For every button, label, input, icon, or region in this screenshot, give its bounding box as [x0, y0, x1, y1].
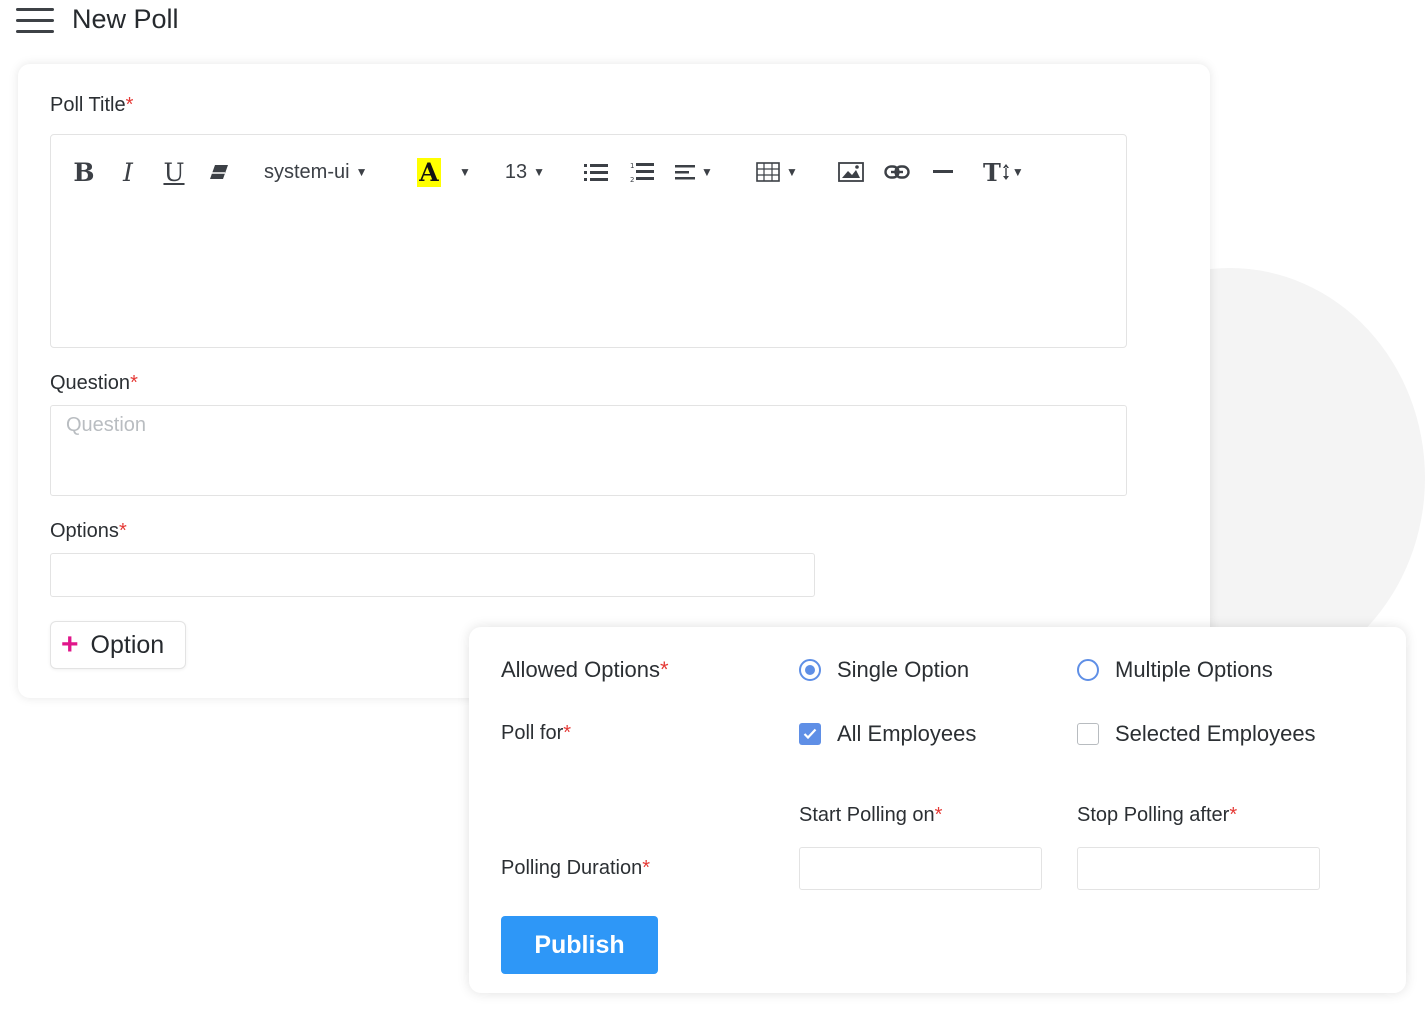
bullet-list-icon[interactable]: [583, 155, 609, 189]
checkbox-checked-icon: [799, 723, 821, 745]
stop-polling-label: Stop Polling after*: [1077, 804, 1238, 826]
font-size-select[interactable]: 13 ▼: [503, 155, 547, 189]
multiple-options-radio[interactable]: Multiple Options: [1077, 657, 1273, 683]
question-textarea[interactable]: Question: [50, 405, 1127, 496]
allowed-options-label: Allowed Options*: [501, 657, 669, 682]
hamburger-menu-icon[interactable]: [16, 8, 54, 34]
question-label: Question*: [50, 372, 138, 394]
underline-icon[interactable]: U: [161, 155, 187, 189]
svg-text:2: 2: [630, 176, 634, 183]
selected-employees-checkbox[interactable]: Selected Employees: [1077, 721, 1316, 747]
start-polling-input[interactable]: [799, 847, 1042, 890]
eraser-icon[interactable]: [207, 155, 231, 189]
page-title: New Poll: [72, 4, 179, 34]
editor-toolbar: B I U system-ui ▼ A ▼ 13 ▼ 12 ▼ ▼ T ▼: [51, 135, 1126, 205]
editor-content-area[interactable]: [51, 205, 1126, 347]
stop-polling-input[interactable]: [1077, 847, 1320, 890]
align-icon[interactable]: ▼: [675, 155, 717, 189]
numbered-list-icon[interactable]: 12: [629, 155, 655, 189]
single-option-radio[interactable]: Single Option: [799, 657, 969, 683]
rich-text-editor: B I U system-ui ▼ A ▼ 13 ▼ 12 ▼ ▼ T ▼: [50, 134, 1127, 348]
add-option-button[interactable]: + Option: [50, 621, 186, 669]
option-input[interactable]: [50, 553, 815, 597]
polling-duration-label: Polling Duration*: [501, 857, 650, 879]
image-icon[interactable]: [837, 155, 865, 189]
radio-selected-icon: [799, 659, 821, 681]
italic-icon[interactable]: I: [117, 155, 139, 189]
checkbox-unchecked-icon: [1077, 723, 1099, 745]
poll-settings-card: Allowed Options* Single Option Multiple …: [469, 627, 1406, 993]
font-color-icon[interactable]: A: [417, 155, 441, 189]
question-placeholder: Question: [66, 414, 147, 436]
link-icon[interactable]: [883, 155, 911, 189]
font-color-dropdown[interactable]: ▼: [455, 155, 475, 189]
poll-for-label: Poll for*: [501, 722, 572, 744]
text-style-icon[interactable]: T ▼: [983, 155, 1029, 189]
bold-icon[interactable]: B: [71, 155, 97, 189]
font-family-select[interactable]: system-ui ▼: [264, 155, 384, 189]
all-employees-checkbox[interactable]: All Employees: [799, 721, 976, 747]
poll-title-label: Poll Title*: [50, 94, 134, 116]
svg-text:1: 1: [630, 162, 634, 170]
start-polling-label: Start Polling on*: [799, 804, 943, 826]
plus-icon: +: [61, 628, 79, 661]
table-icon[interactable]: ▼: [756, 155, 800, 189]
poll-form-card: Poll Title* B I U system-ui ▼ A ▼ 13 ▼ 12: [18, 64, 1210, 698]
options-label: Options*: [50, 520, 127, 542]
radio-unselected-icon: [1077, 659, 1099, 681]
publish-button[interactable]: Publish: [501, 916, 658, 974]
horizontal-rule-icon[interactable]: [931, 155, 955, 189]
